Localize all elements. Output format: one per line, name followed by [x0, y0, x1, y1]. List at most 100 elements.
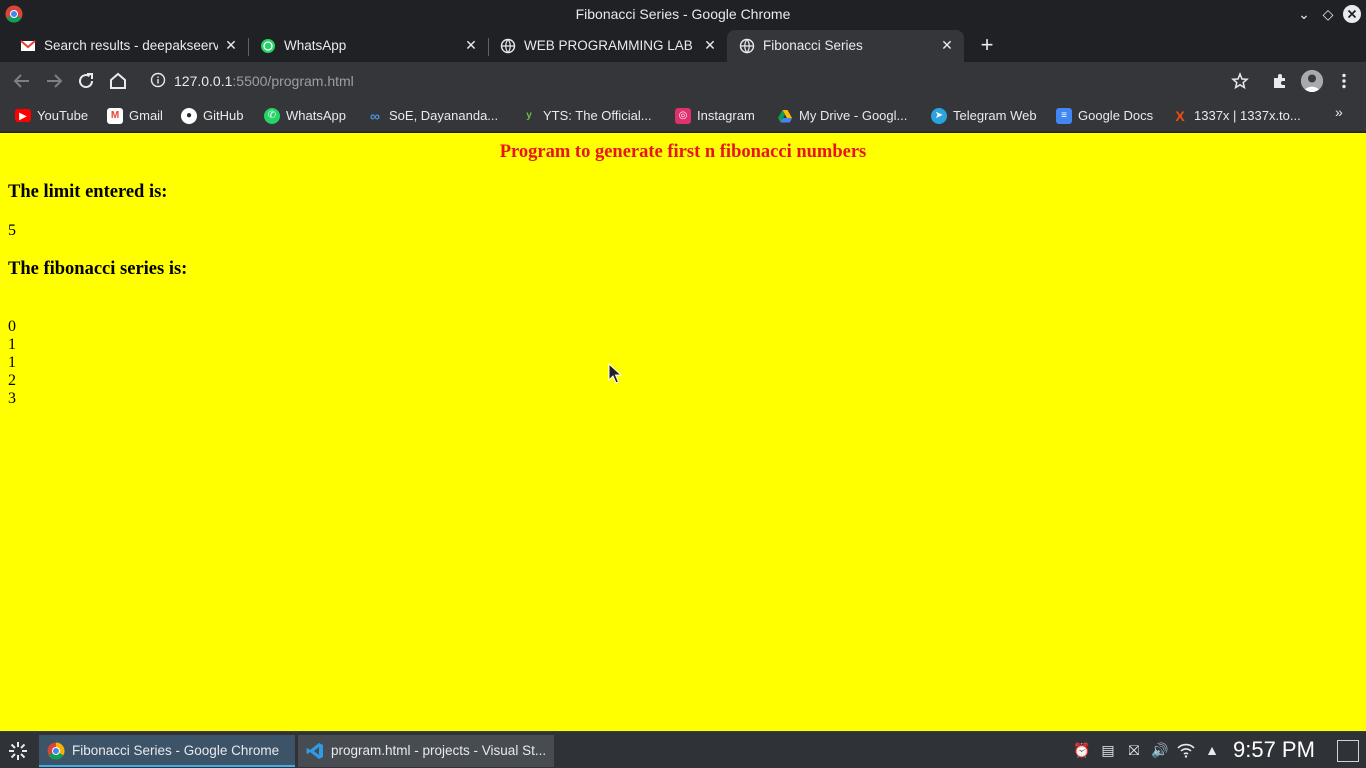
yts-icon: y: [526, 110, 532, 121]
browser-toolbar: 127.0.0.1:5500/program.html: [0, 62, 1366, 100]
bookmarks-overflow-button[interactable]: »: [1335, 104, 1351, 124]
globe-icon: [739, 38, 755, 54]
series-item: 1: [8, 336, 16, 353]
tab-search-results[interactable]: Search results - deepakseervi ✕: [8, 30, 249, 62]
tab-strip: Search results - deepakseervi ✕ WhatsApp…: [0, 28, 1366, 62]
url-path: :5500/program.html: [232, 73, 354, 89]
close-tab-icon[interactable]: ✕: [222, 36, 240, 54]
maximize-button[interactable]: ◇: [1318, 4, 1338, 24]
docs-icon: ≡: [1056, 108, 1072, 124]
app-launcher-icon[interactable]: [6, 739, 30, 763]
bookmark-1337x[interactable]: X 1337x | 1337x.to...: [1172, 106, 1308, 126]
info-icon[interactable]: [150, 72, 166, 88]
bookmark-gmail[interactable]: M Gmail: [107, 106, 169, 126]
drive-icon: [777, 108, 793, 124]
tab-label: WEB PROGRAMMING LAB MA: [524, 38, 697, 53]
volume-icon[interactable]: 🔊: [1150, 740, 1170, 760]
youtube-icon: ▶: [15, 109, 31, 122]
close-icon: [1343, 5, 1361, 23]
bookmark-label: Google Docs: [1078, 108, 1154, 123]
wifi-icon[interactable]: [1176, 740, 1196, 760]
bookmark-whatsapp[interactable]: ✆ WhatsApp: [264, 106, 352, 126]
new-tab-button[interactable]: +: [975, 34, 999, 58]
forward-button[interactable]: [42, 69, 66, 93]
url-text[interactable]: 127.0.0.1:5500/program.html: [174, 73, 354, 89]
bookmark-label: GitHub: [203, 108, 244, 123]
back-button[interactable]: [10, 69, 34, 93]
bookmark-label: YTS: The Official...: [543, 108, 652, 123]
home-icon: [110, 72, 126, 89]
bookmarks-bar: ▶ YouTube M Gmail ● GitHub ✆ WhatsApp ∞ …: [0, 100, 1366, 132]
close-tab-icon[interactable]: ✕: [701, 36, 719, 54]
bookmark-label: My Drive - Googl...: [799, 108, 908, 123]
show-desktop-button[interactable]: [1337, 740, 1359, 762]
url-host: 127.0.0.1: [174, 73, 233, 89]
notifications-icon[interactable]: ⏰: [1072, 740, 1092, 760]
tab-label: Search results - deepakseervi: [44, 38, 218, 53]
tray-expand-icon[interactable]: ▲: [1202, 740, 1222, 760]
task-label: program.html - projects - Visual St...: [331, 743, 547, 758]
reload-icon: [79, 73, 94, 89]
chrome-menu-button[interactable]: [1332, 69, 1356, 93]
task-label: Fibonacci Series - Google Chrome: [72, 743, 280, 758]
series-item: 3: [8, 390, 16, 407]
taskbar-task-chrome[interactable]: Fibonacci Series - Google Chrome: [39, 735, 295, 767]
bookmark-google-docs[interactable]: ≡ Google Docs: [1056, 106, 1158, 126]
web-page-content: Program to generate first n fibonacci nu…: [0, 133, 1366, 731]
limit-value: 5: [8, 222, 16, 239]
minimize-button[interactable]: ⌄: [1294, 4, 1314, 24]
clipboard-icon[interactable]: ▤: [1098, 740, 1118, 760]
bookmark-label: Gmail: [129, 108, 163, 123]
bookmark-label: SoE, Dayananda...: [389, 108, 499, 123]
bookmark-label: Telegram Web: [953, 108, 1037, 123]
bookmark-instagram[interactable]: ◎ Instagram: [675, 106, 763, 126]
star-icon: [1231, 71, 1249, 90]
display-icon[interactable]: ⛝: [1124, 740, 1144, 760]
series-heading: The fibonacci series is:: [8, 259, 188, 279]
home-button[interactable]: [106, 69, 130, 93]
arrow-right-icon: [47, 74, 63, 88]
bookmark-label: 1337x | 1337x.to...: [1194, 108, 1301, 123]
series-item: 1: [8, 354, 16, 371]
whatsapp-icon: ✆: [264, 108, 280, 124]
taskbar-task-vscode[interactable]: program.html - projects - Visual St...: [298, 735, 554, 767]
tab-web-programming-lab[interactable]: WEB PROGRAMMING LAB MA ✕: [488, 30, 727, 62]
puzzle-icon: [1274, 74, 1285, 88]
series-item: 0: [8, 318, 16, 335]
window-titlebar: Fibonacci Series - Google Chrome ⌄ ◇: [0, 0, 1366, 28]
bookmark-my-drive[interactable]: My Drive - Googl...: [777, 106, 913, 126]
bookmark-telegram[interactable]: ➤ Telegram Web: [931, 106, 1043, 126]
bookmark-yts[interactable]: y YTS: The Official...: [521, 106, 651, 126]
extensions-button[interactable]: [1268, 69, 1292, 93]
close-window-button[interactable]: [1342, 4, 1362, 24]
bookmark-youtube[interactable]: ▶ YouTube: [15, 106, 95, 126]
more-vert-icon: [1342, 73, 1346, 89]
tab-whatsapp[interactable]: WhatsApp ✕: [248, 30, 489, 62]
telegram-icon: ➤: [931, 108, 947, 124]
globe-icon: [500, 38, 516, 54]
close-tab-icon[interactable]: ✕: [462, 36, 480, 54]
vscode-icon: [306, 743, 323, 759]
github-icon: ●: [181, 108, 197, 124]
bookmark-soe-dayananda[interactable]: ∞ SoE, Dayananda...: [367, 106, 499, 126]
double-chevron-right-icon: »: [1335, 104, 1343, 120]
bookmark-github[interactable]: ● GitHub: [181, 106, 251, 126]
limit-heading: The limit entered is:: [8, 182, 168, 202]
instagram-icon: ◎: [675, 108, 691, 124]
whatsapp-icon: [261, 39, 275, 53]
window-title: Fibonacci Series - Google Chrome: [575, 6, 791, 22]
tab-label: WhatsApp: [284, 38, 347, 53]
mouse-cursor-icon: [608, 363, 622, 384]
address-bar[interactable]: 127.0.0.1:5500/program.html: [142, 66, 1262, 96]
arrow-left-icon: [13, 74, 29, 88]
close-tab-icon[interactable]: ✕: [938, 36, 956, 54]
page-heading: Program to generate first n fibonacci nu…: [499, 142, 867, 162]
reload-button[interactable]: [74, 69, 98, 93]
tab-fibonacci-series[interactable]: Fibonacci Series ✕: [727, 30, 964, 62]
avatar-image: [1301, 70, 1323, 92]
tab-label: Fibonacci Series: [763, 38, 863, 53]
bookmark-star-button[interactable]: [1228, 69, 1252, 93]
clock[interactable]: 9:57 PM: [1233, 737, 1315, 763]
bookmark-label: YouTube: [37, 108, 89, 123]
profile-avatar[interactable]: [1301, 70, 1323, 92]
